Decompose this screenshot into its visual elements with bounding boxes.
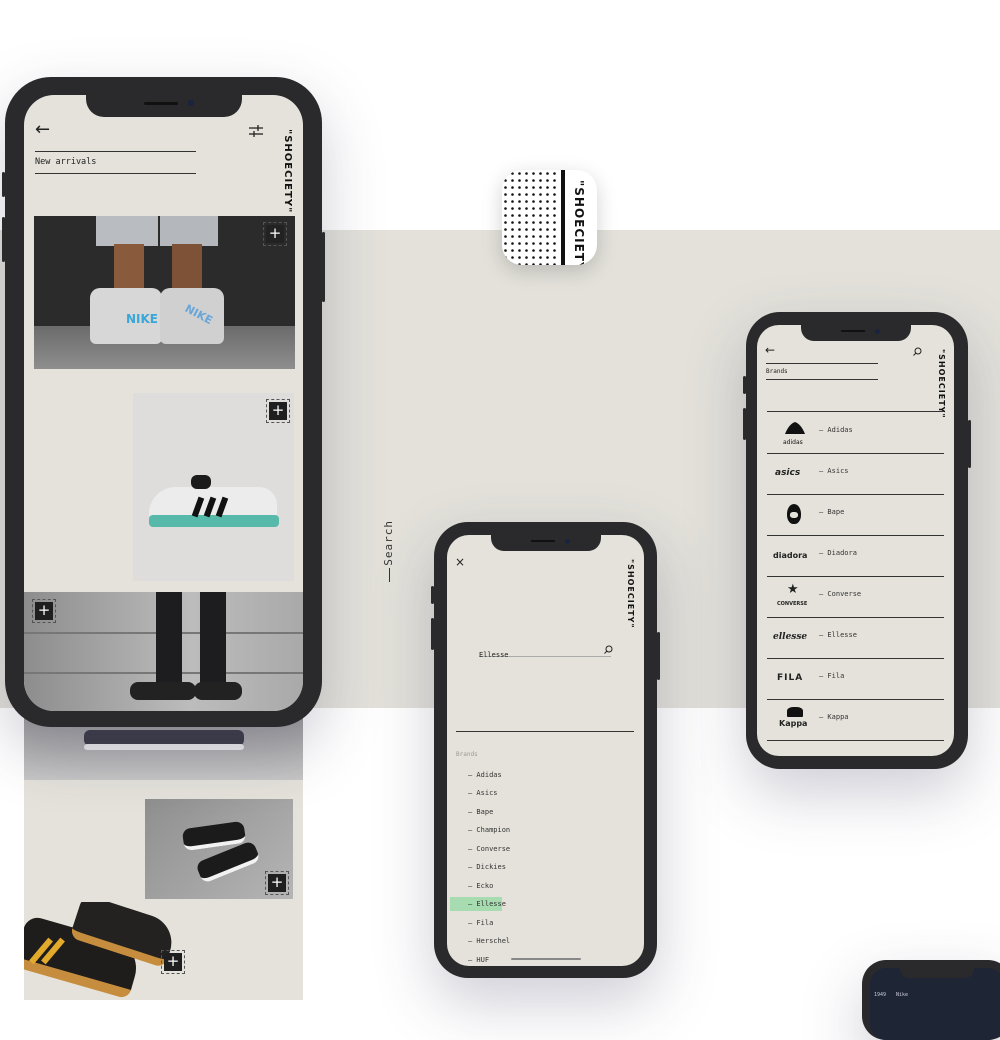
back-arrow-icon[interactable]: ← xyxy=(765,343,775,357)
screen-brands: ← "SHOECIETY" Brands adidas — Adidas asi… xyxy=(757,325,954,756)
ellesse-logo-icon: ellesse xyxy=(773,632,808,642)
row-name: Nike xyxy=(896,992,909,998)
brand-name: — Kappa xyxy=(819,713,849,721)
brand-list-item[interactable]: — Ecko xyxy=(468,882,493,890)
adidas-sneaker-photo xyxy=(133,393,294,581)
brand-name: — Bape xyxy=(819,508,845,516)
brand-list-item[interactable]: — Dickies xyxy=(468,863,506,871)
brand-list-item[interactable]: — Fila xyxy=(468,919,493,927)
brand-name: — Fila xyxy=(819,672,845,680)
phone-new-arrivals: ← "SHOECIETY" New arrivals NIKE NIKE + +… xyxy=(2,77,325,727)
search-input-value: Ellesse xyxy=(479,651,509,659)
phone-side-button xyxy=(431,586,434,604)
phone-side-button xyxy=(2,172,5,197)
screen-partial: 1949 Nike xyxy=(870,968,1000,1040)
phone-side-button xyxy=(657,632,660,680)
notch xyxy=(801,325,911,341)
app-icon-wordmark: "SHOECIETY" xyxy=(572,180,586,265)
brand-list-item[interactable]: — Asics xyxy=(468,789,498,797)
phone-side-button xyxy=(968,420,971,468)
gazelle-sneakers-photo xyxy=(24,902,174,1000)
phone-side-button xyxy=(743,376,746,394)
brand-row[interactable]: Kappa — Kappa xyxy=(767,699,944,741)
divider xyxy=(35,151,196,152)
brand-row[interactable]: asics — Asics xyxy=(767,453,944,495)
divider xyxy=(456,731,634,732)
fila-logo-icon: FILA xyxy=(777,673,804,683)
brand-list-item-selected[interactable]: — Ellesse xyxy=(468,900,506,908)
brand-wordmark: "SHOECIETY" xyxy=(282,129,293,214)
brand-row[interactable]: — Bape xyxy=(767,494,944,536)
search-input[interactable]: Ellesse xyxy=(479,642,611,659)
screen-new-arrivals: ← "SHOECIETY" New arrivals NIKE NIKE + +… xyxy=(24,95,303,711)
search-icon[interactable] xyxy=(913,347,922,356)
phone-side-button xyxy=(743,408,746,440)
row-number: 1949 xyxy=(874,992,887,998)
phone-brands: ← "SHOECIETY" Brands adidas — Adidas asi… xyxy=(743,312,971,769)
brand-row[interactable]: FILA — Fila xyxy=(767,658,944,700)
divider xyxy=(35,173,196,174)
brand-list-item[interactable]: — Bape xyxy=(468,808,493,816)
adidas-trefoil-icon: adidas xyxy=(773,420,817,446)
brand-row[interactable]: adidas — Adidas xyxy=(767,412,944,454)
converse-star-icon: ★ CONVERSE xyxy=(777,582,808,607)
nike-sneakers-photo: NIKE NIKE xyxy=(34,216,295,369)
search-vertical-label: Search xyxy=(382,520,395,566)
brand-name: — Asics xyxy=(819,467,849,475)
search-icon[interactable] xyxy=(604,645,613,654)
add-button[interactable]: + xyxy=(161,950,185,974)
page-title: New arrivals xyxy=(35,157,97,167)
phone-side-button xyxy=(2,217,5,262)
add-button[interactable]: + xyxy=(32,599,56,623)
brand-name: — Ellesse xyxy=(819,631,857,639)
divider xyxy=(766,379,878,380)
brands-header: Brands xyxy=(456,751,478,758)
notch xyxy=(86,95,242,117)
add-button[interactable]: + xyxy=(266,399,290,423)
search-label-dash xyxy=(389,568,390,582)
bape-ape-head-icon xyxy=(773,502,817,528)
home-indicator xyxy=(511,958,581,960)
screen-search: × "SHOECIETY" Ellesse Brands — Adidas — … xyxy=(447,535,644,966)
kappa-omini-icon: Kappa xyxy=(773,707,817,733)
app-icon[interactable]: "SHOECIETY" xyxy=(502,170,597,265)
shoe-label: NIKE xyxy=(126,312,159,326)
phone-side-button xyxy=(431,618,434,650)
stairs-sneaker-photo xyxy=(24,592,303,711)
brand-row[interactable]: ellesse — Ellesse xyxy=(767,617,944,659)
phone-partial: 1949 Nike xyxy=(862,960,1000,1040)
brand-list-item[interactable]: — Converse xyxy=(468,845,510,853)
feed-overflow: + + xyxy=(24,712,303,1000)
divider xyxy=(766,363,878,364)
brand-name: — Adidas xyxy=(819,426,853,434)
brand-list-item[interactable]: — Champion xyxy=(468,826,510,834)
brand-list-item[interactable]: — Adidas xyxy=(468,771,502,779)
brand-list-item[interactable]: — HUF xyxy=(468,956,489,964)
notch xyxy=(900,968,974,978)
back-arrow-icon[interactable]: ← xyxy=(35,121,50,139)
page-title: Brands xyxy=(766,368,788,375)
add-button[interactable]: + xyxy=(263,222,287,246)
brand-wordmark: "SHOECIETY" xyxy=(937,349,946,419)
svg-text:adidas: adidas xyxy=(783,439,803,446)
brand-row[interactable]: ★ CONVERSE — Converse xyxy=(767,576,944,618)
add-button[interactable]: + xyxy=(265,871,289,895)
phone-search: × "SHOECIETY" Ellesse Brands — Adidas — … xyxy=(431,522,660,978)
asics-logo-icon: asics xyxy=(775,468,801,478)
brand-name: — Diadora xyxy=(819,549,857,557)
phone-side-button xyxy=(322,232,325,302)
filter-icon[interactable] xyxy=(249,125,263,137)
brand-wordmark: "SHOECIETY" xyxy=(626,559,635,629)
notch xyxy=(491,535,601,551)
brand-name: — Converse xyxy=(819,590,862,598)
brand-row[interactable]: diadora — Diadora xyxy=(767,535,944,577)
diadora-logo-icon: diadora xyxy=(773,551,808,560)
close-icon[interactable]: × xyxy=(455,555,465,569)
brand-list-item[interactable]: — Herschel xyxy=(468,937,510,945)
